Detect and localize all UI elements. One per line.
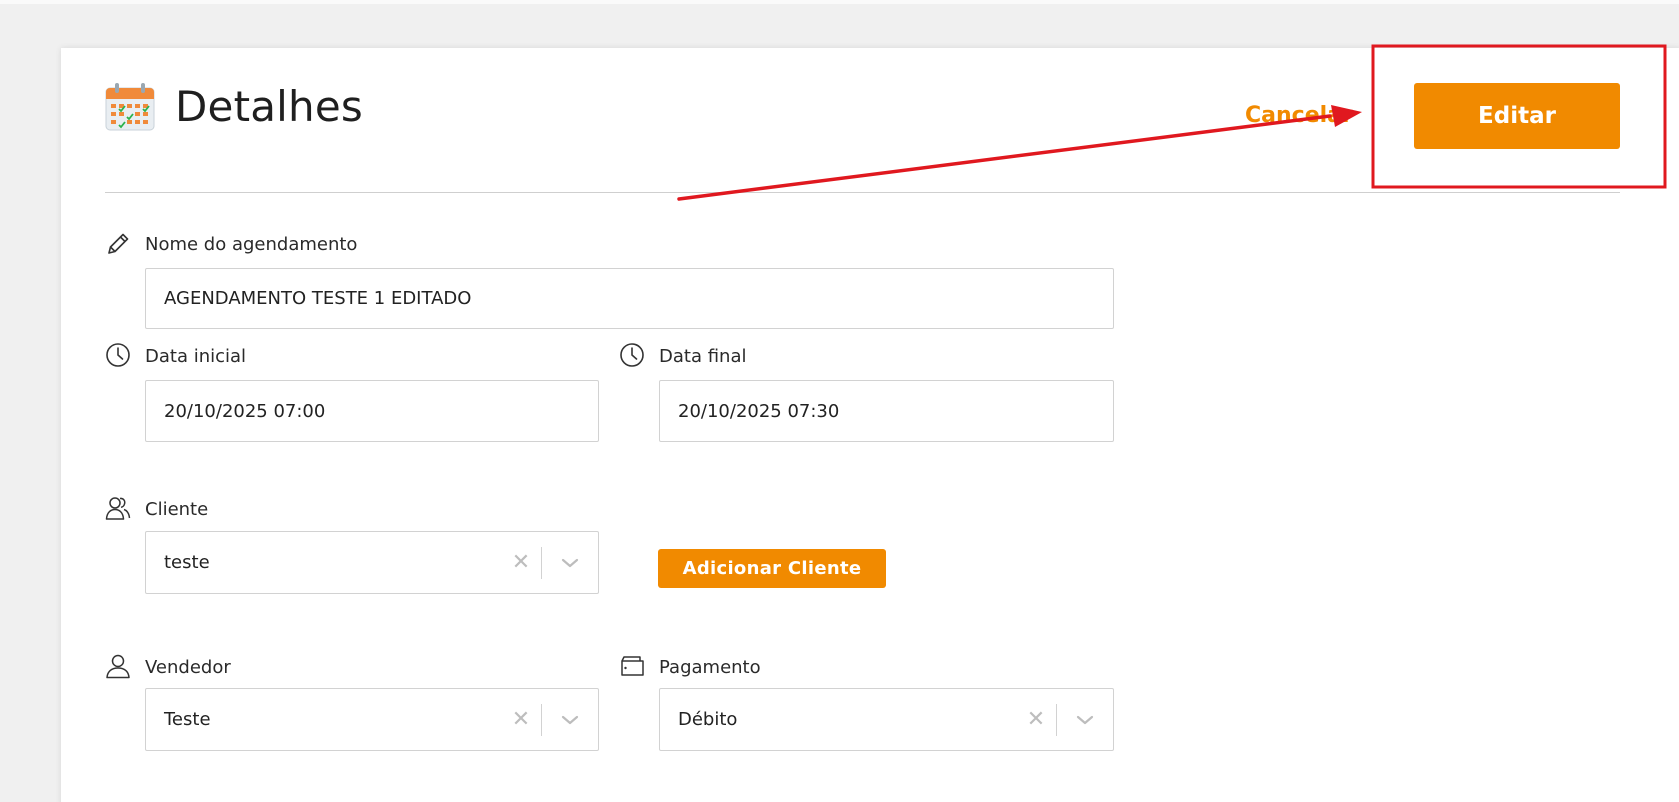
chevron-down-icon[interactable] <box>542 689 598 750</box>
payment-label: Pagamento <box>659 657 761 678</box>
payment-select-value: Débito <box>678 709 738 730</box>
name-label: Nome do agendamento <box>145 234 358 255</box>
seller-label: Vendedor <box>145 657 231 678</box>
page-top-strip <box>0 0 1679 4</box>
start-date-input[interactable] <box>145 380 599 442</box>
appointment-name-input[interactable] <box>145 268 1114 329</box>
clock-icon <box>620 343 644 367</box>
cancel-button[interactable]: Cancelar <box>1245 103 1353 128</box>
users-icon <box>105 497 131 520</box>
client-select-value: teste <box>164 552 210 573</box>
edit-button[interactable]: Editar <box>1414 83 1620 149</box>
client-label: Cliente <box>145 499 209 520</box>
close-icon[interactable]: ✕ <box>501 689 541 750</box>
calendar-icon <box>105 83 155 131</box>
page-title: Detalhes <box>175 82 363 131</box>
wallet-icon <box>621 656 644 676</box>
pencil-icon <box>108 233 129 254</box>
start-date-label: Data inicial <box>145 346 247 367</box>
chevron-down-icon[interactable] <box>542 532 598 593</box>
end-date-label: Data final <box>659 346 747 367</box>
close-icon[interactable]: ✕ <box>1016 689 1056 750</box>
payment-select[interactable]: Débito ✕ <box>659 688 1114 751</box>
client-select[interactable]: teste ✕ <box>145 531 599 594</box>
chevron-down-icon[interactable] <box>1057 689 1113 750</box>
seller-select[interactable]: Teste ✕ <box>145 688 599 751</box>
header-divider <box>105 192 1620 193</box>
add-client-button[interactable]: Adicionar Cliente <box>658 549 886 588</box>
user-icon <box>106 654 130 679</box>
clock-icon <box>106 343 130 367</box>
seller-select-value: Teste <box>164 709 211 730</box>
end-date-input[interactable] <box>659 380 1114 442</box>
close-icon[interactable]: ✕ <box>501 532 541 593</box>
